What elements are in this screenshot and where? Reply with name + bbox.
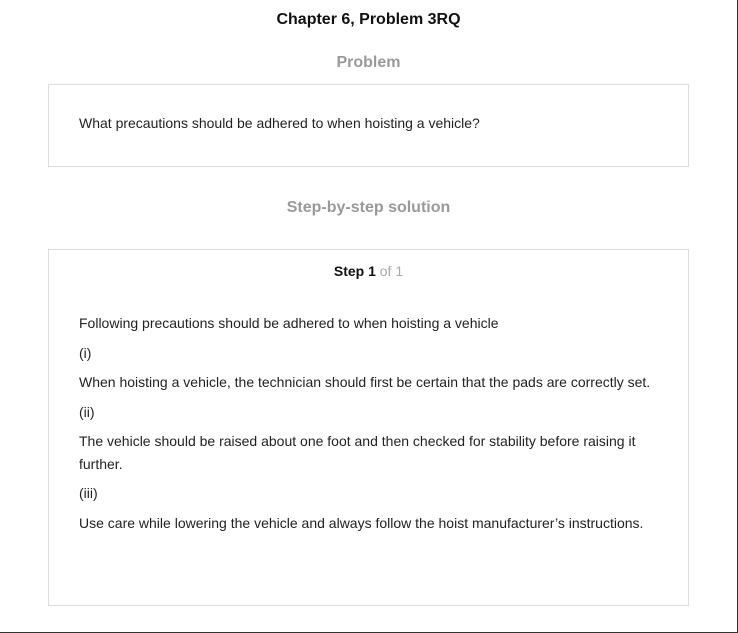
step-paragraph: (i)	[79, 344, 92, 361]
page-title: Chapter 6, Problem 3RQ	[276, 11, 461, 28]
step-paragraph: Following precautions should be adhered …	[79, 315, 499, 331]
step-paragraph: When hoisting a vehicle, the technician …	[79, 374, 651, 390]
solution-card: Step 1 of 1 Following precautions should…	[48, 249, 689, 606]
step-paragraph: (iii)	[79, 485, 98, 501]
problem-card: What precautions should be adhered to wh…	[48, 84, 689, 167]
step-paragraph: The vehicle should be raised about one f…	[79, 433, 636, 472]
step-body: Following precautions should be adhered …	[79, 312, 652, 541]
problem-text: What precautions should be adhered to wh…	[79, 115, 480, 131]
problem-heading: Problem	[336, 54, 401, 71]
step-header: Step 1 of 1	[49, 263, 688, 279]
step-paragraph: (ii)	[79, 403, 95, 420]
step-paragraph: Use care while lowering the vehicle and …	[79, 514, 644, 531]
step-label: Step 1	[333, 263, 376, 279]
step-count: of 1	[375, 263, 404, 279]
solution-heading: Step-by-step solution	[286, 199, 451, 216]
